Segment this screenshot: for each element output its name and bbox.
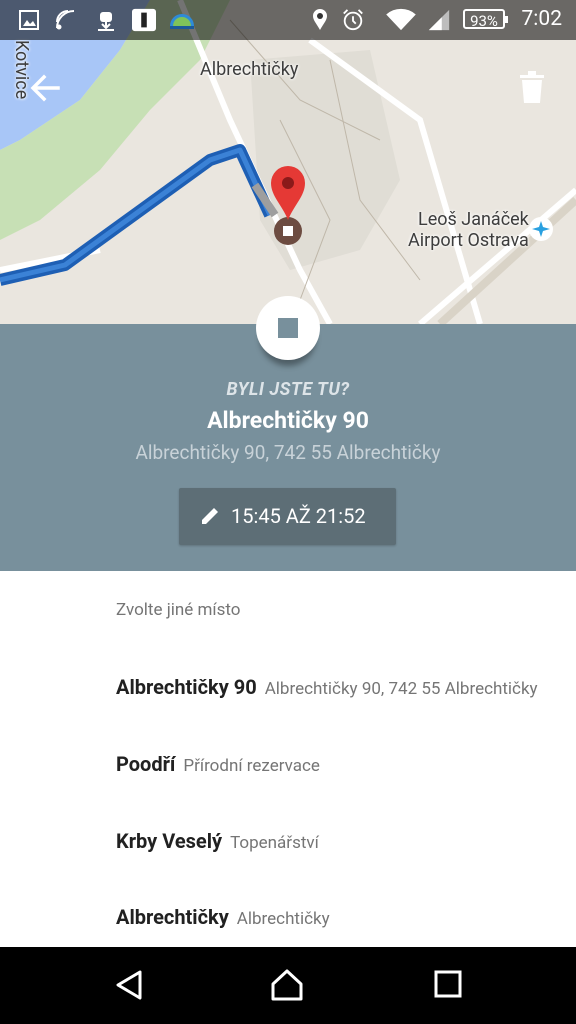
android-download-icon xyxy=(98,12,114,31)
cast-icon xyxy=(56,10,75,30)
list-item-name: Albrechtičky xyxy=(116,905,229,929)
image-icon xyxy=(19,10,39,30)
map-view[interactable]: Albrechtičky Kotvice Leoš Janáček Airpor… xyxy=(0,0,576,324)
signal-icon xyxy=(428,9,450,31)
pencil-icon xyxy=(202,508,218,524)
delete-icon[interactable] xyxy=(518,70,546,104)
built-up-area xyxy=(250,50,400,270)
stop-button[interactable] xyxy=(256,296,320,360)
list-item-detail: Albrechtičky 90, 742 55 Albrechtičky xyxy=(264,679,538,699)
time-range: 15:45 AŽ 21:52 xyxy=(231,504,366,528)
status-bar: 93% 7:02 xyxy=(0,0,576,40)
list-item[interactable]: Albrechtičky 90 Albrechtičky 90, 742 55 A… xyxy=(116,675,556,699)
place-marker-glyph xyxy=(283,226,293,236)
wifi-icon xyxy=(386,8,416,31)
list-item-detail: Topenářství xyxy=(230,833,319,853)
map-label-village: Albrechtičky xyxy=(200,59,299,80)
list-item[interactable]: Albrechtičky Albrechtičky xyxy=(116,905,556,929)
place-title: Albrechtičky 90 xyxy=(207,407,369,434)
alarm-icon xyxy=(343,9,363,31)
list-item-detail: Přírodní rezervace xyxy=(183,756,320,776)
list-item[interactable]: Poodří Přírodní rezervace xyxy=(116,752,556,776)
app-icon-2 xyxy=(170,14,194,29)
location-icon xyxy=(313,9,327,30)
edit-time-button[interactable]: 15:45 AŽ 21:52 xyxy=(179,488,396,545)
map-label-airport-line2: Airport Ostrava xyxy=(408,230,529,251)
home-icon[interactable] xyxy=(270,969,304,1001)
place-address: Albrechtičky 90, 742 55 Albrechtičky xyxy=(135,441,441,464)
recents-icon[interactable] xyxy=(433,969,463,999)
back-icon[interactable] xyxy=(114,969,144,1001)
stop-icon xyxy=(278,318,298,338)
battery-indicator: 93% xyxy=(463,9,508,30)
map-label-airport-line1: Leoš Janáček xyxy=(418,209,529,230)
list-item-name: Albrechtičky 90 xyxy=(116,675,257,699)
list-item[interactable]: Krby Veselý Topenářství xyxy=(116,829,556,853)
navigation-bar xyxy=(0,947,576,1024)
list-item-name: Krby Veselý xyxy=(116,829,223,853)
map-pin-hole xyxy=(282,177,294,189)
back-arrow-icon[interactable] xyxy=(28,70,64,106)
app-icon xyxy=(132,8,156,32)
map-canvas xyxy=(0,0,576,324)
list-item-detail: Albrechtičky xyxy=(236,909,330,929)
status-time: 7:02 xyxy=(521,7,563,31)
list-heading: Zvolte jiné místo xyxy=(116,600,241,620)
list-item-name: Poodří xyxy=(116,752,176,776)
visit-question: BYLI JSTE TU? xyxy=(226,379,350,400)
